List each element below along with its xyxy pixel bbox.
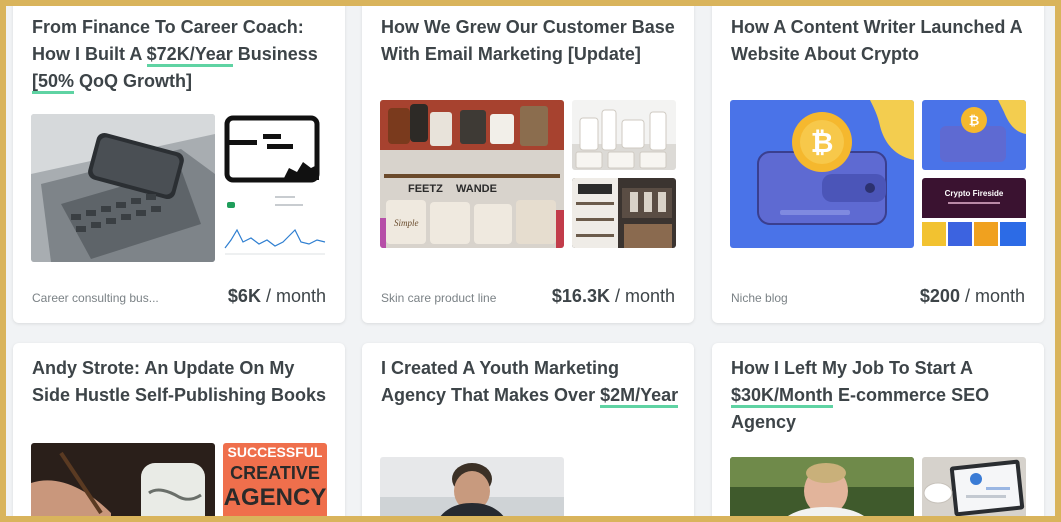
card-meta: Skin care product line $16.3K / month (381, 286, 675, 307)
writing-hand-photo (31, 443, 215, 516)
founder-portrait-photo (380, 457, 564, 516)
revenue-label: $200 / month (919, 286, 1025, 306)
card-title[interactable]: How I Left My Job To Start A $30K/Month … (731, 355, 1031, 436)
revenue-label: $6K / month (227, 286, 326, 306)
analytics-chart-image (223, 190, 327, 262)
crypto-fireside-text: Crypto Fireside (945, 189, 1004, 198)
revenue-label: $16.3K / month (551, 286, 675, 306)
category-label: Niche blog (731, 291, 788, 305)
card-title[interactable]: I Created A Youth Marketing Agency That … (381, 355, 681, 409)
crypto-fireside-thumbnail: Crypto Fireside (922, 178, 1026, 248)
laptop-dashboard-photo (922, 457, 1026, 516)
card-title[interactable]: From Finance To Career Coach: How I Buil… (32, 14, 332, 95)
story-card-seo-agency[interactable]: How I Left My Job To Start A $30K/Month … (712, 343, 1044, 516)
card-meta: Niche blog $200 / month (731, 286, 1025, 307)
story-card-crypto-website[interactable]: How A Content Writer Launched A Website … (712, 6, 1044, 323)
story-card-email-marketing[interactable]: How We Grew Our Customer Base With Email… (362, 6, 694, 323)
certificate-logo-image (223, 114, 327, 186)
category-label: Skin care product line (381, 291, 497, 305)
book-cover-image: SUCCESSFUL CREATIVE AGENCY (223, 443, 327, 516)
bitcoin-icon: ₿ (811, 126, 834, 159)
laptop-phone-photo (31, 114, 215, 262)
card-title[interactable]: How A Content Writer Launched A Website … (731, 14, 1031, 68)
card-title[interactable]: Andy Strote: An Update On My Side Hustle… (32, 355, 332, 409)
card-meta: Career consulting bus... $6K / month (32, 286, 326, 307)
book-title-text: SUCCESSFUL (228, 444, 323, 460)
book-title-text: AGENCY (224, 484, 327, 511)
crypto-wallet-illustration: ₿ (730, 100, 914, 248)
story-card-youth-marketing[interactable]: I Created A Youth Marketing Agency That … (362, 343, 694, 516)
product-label-text: Simple (394, 218, 419, 228)
product-label-text: FEETZ (408, 183, 443, 195)
title-highlight: [50% (32, 71, 75, 94)
story-card-finance-coach[interactable]: From Finance To Career Coach: How I Buil… (13, 6, 345, 323)
skincare-products-photo: FEETZ WANDE Simple (380, 100, 564, 248)
category-label: Career consulting bus... (32, 291, 159, 305)
page-frame: From Finance To Career Coach: How I Buil… (6, 6, 1055, 516)
founder-outdoor-photo (730, 457, 914, 516)
card-title[interactable]: How We Grew Our Customer Base With Email… (381, 14, 681, 68)
product-jars-photo (572, 100, 676, 170)
title-highlight: $30K/Month (731, 385, 834, 408)
crypto-wallet-thumbnail: ₿ (922, 100, 1026, 170)
book-title-text: CREATIVE (230, 463, 320, 483)
storefront-photo (572, 178, 676, 248)
bitcoin-icon: ₿ (969, 114, 980, 129)
title-highlight: $2M/Year (600, 385, 679, 408)
title-highlight: $72K/Year (146, 44, 233, 67)
product-label-text: WANDE (456, 183, 497, 195)
story-card-self-publishing[interactable]: Andy Strote: An Update On My Side Hustle… (13, 343, 345, 516)
